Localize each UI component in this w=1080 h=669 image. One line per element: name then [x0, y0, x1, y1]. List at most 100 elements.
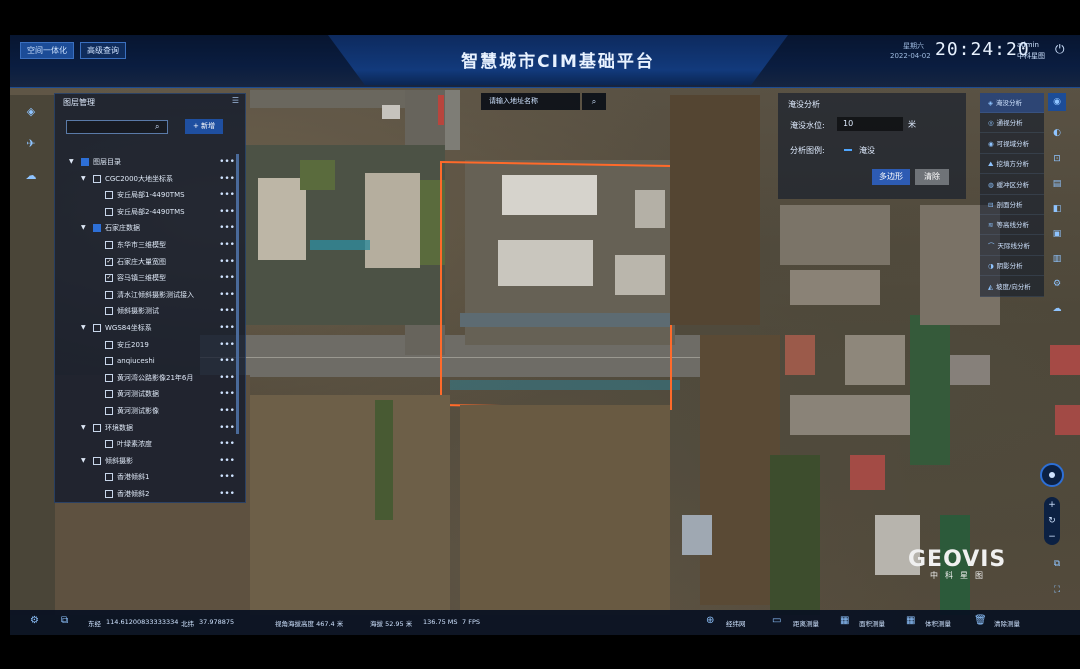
more-options-icon[interactable]: •••: [219, 486, 235, 502]
tree-scrollbar[interactable]: [236, 154, 239, 434]
area-icon[interactable]: ▦: [840, 615, 849, 626]
graticule-icon[interactable]: ⊕: [706, 615, 714, 626]
tree-row[interactable]: 叶绿素浓度 •••: [55, 436, 235, 452]
more-options-icon[interactable]: •••: [219, 386, 235, 402]
zoom-out-icon[interactable]: −: [1044, 529, 1060, 545]
layer-checkbox[interactable]: [105, 490, 113, 498]
panel-menu-icon[interactable]: ☰: [232, 96, 239, 105]
more-options-icon[interactable]: •••: [219, 204, 235, 220]
tree-row[interactable]: ✓ 石家庄大量宽图 •••: [55, 254, 235, 270]
analysis-item[interactable]: ◎ 通视分析: [980, 113, 1044, 134]
layer-checkbox[interactable]: [105, 357, 113, 366]
analysis-item[interactable]: ◉ 可视域分析: [980, 134, 1044, 154]
more-options-icon[interactable]: •••: [219, 403, 235, 419]
more-options-icon[interactable]: •••: [219, 469, 235, 485]
address-search-icon[interactable]: ⌕: [582, 93, 606, 110]
distance-measure-button[interactable]: 距离测量: [793, 618, 819, 628]
tree-row[interactable]: 香港倾斜2 •••: [55, 486, 235, 502]
more-options-icon[interactable]: •••: [219, 154, 235, 170]
power-icon[interactable]: ⏻: [1055, 42, 1065, 57]
graticule-button[interactable]: 经纬网: [726, 618, 746, 628]
clear-measure-button[interactable]: 清除测量: [994, 618, 1020, 628]
tree-row[interactable]: ▼ CGC2000大地坐标系 •••: [55, 171, 235, 187]
tree-row[interactable]: 东华市三维模型 •••: [55, 237, 235, 253]
more-options-icon[interactable]: •••: [219, 171, 235, 187]
layer-checkbox[interactable]: [105, 373, 113, 382]
tree-row[interactable]: ▼ 环境数据 •••: [55, 420, 235, 436]
copy-icon[interactable]: ⧉: [61, 615, 68, 626]
tag-tool-icon[interactable]: ▤: [1048, 175, 1066, 193]
more-options-icon[interactable]: •••: [219, 220, 235, 236]
more-options-icon[interactable]: •••: [219, 287, 235, 303]
layer-checkbox[interactable]: ✓: [105, 257, 113, 266]
layer-checkbox[interactable]: [105, 473, 113, 482]
measure-tool-icon[interactable]: ⊡: [1048, 150, 1066, 168]
more-options-icon[interactable]: •••: [219, 187, 235, 203]
more-options-icon[interactable]: •••: [219, 270, 235, 286]
compass-icon[interactable]: [1040, 463, 1064, 487]
more-options-icon[interactable]: •••: [219, 237, 235, 253]
tree-row[interactable]: ▼ 图层目录 •••: [55, 154, 235, 170]
tree-row[interactable]: ✓ 容马镇三维模型 •••: [55, 270, 235, 286]
volume-icon[interactable]: ▦: [906, 615, 915, 626]
mode-button[interactable]: 空间一体化: [20, 42, 74, 59]
water-level-input[interactable]: 10: [837, 117, 903, 131]
image-tool-icon[interactable]: ▣: [1048, 225, 1066, 243]
tree-row[interactable]: 安丘2019 •••: [55, 337, 235, 353]
polygon-button[interactable]: 多边形: [872, 169, 910, 185]
trash-icon[interactable]: 🗑: [974, 615, 987, 626]
settings-icon[interactable]: ⚙: [30, 615, 39, 626]
layer-checkbox[interactable]: [105, 307, 113, 316]
rotate-tool-icon[interactable]: ◐: [1048, 124, 1066, 142]
layer-checkbox[interactable]: [105, 390, 113, 399]
expand-arrow-icon[interactable]: ▼: [81, 420, 86, 436]
more-options-icon[interactable]: •••: [219, 254, 235, 270]
analysis-item[interactable]: ◈ 淹没分析: [980, 93, 1044, 113]
layer-checkbox[interactable]: ✓: [105, 274, 113, 283]
layers-tool-icon[interactable]: ◈: [20, 101, 42, 123]
tree-row[interactable]: 清水江倾斜摄影测试接入 •••: [55, 287, 235, 303]
layer-checkbox[interactable]: [81, 158, 89, 166]
cloud-tool-icon[interactable]: ☁: [20, 165, 42, 187]
analysis-item[interactable]: ◍ 缓冲区分析: [980, 175, 1044, 195]
more-options-icon[interactable]: •••: [219, 370, 235, 386]
clear-button[interactable]: 清除: [915, 169, 949, 185]
zoom-control[interactable]: + ↻ −: [1044, 497, 1060, 545]
zoom-in-icon[interactable]: +: [1044, 497, 1060, 513]
tree-row[interactable]: ▼ 石家庄数据 •••: [55, 220, 235, 236]
area-measure-button[interactable]: 面积测量: [859, 618, 885, 628]
more-options-icon[interactable]: •••: [219, 337, 235, 353]
tree-row[interactable]: anqiuceshi •••: [55, 353, 235, 369]
bookmark-tool-icon[interactable]: ◧: [1048, 200, 1066, 218]
analysis-item[interactable]: ≋ 等高线分析: [980, 215, 1044, 236]
layer-checkbox[interactable]: [93, 174, 101, 183]
user-info[interactable]: admin 中科星图: [1017, 40, 1045, 62]
more-options-icon[interactable]: •••: [219, 303, 235, 319]
layer-checkbox[interactable]: [105, 290, 113, 299]
tree-row[interactable]: 香港倾斜1 •••: [55, 469, 235, 485]
screenshot-tool-icon[interactable]: ⧉: [1048, 555, 1066, 573]
layer-checkbox[interactable]: [105, 340, 113, 349]
expand-arrow-icon[interactable]: ▼: [69, 154, 74, 170]
analysis-item[interactable]: ⌒ 天际线分析: [980, 236, 1044, 256]
cloud-icon[interactable]: ☁: [1048, 300, 1066, 318]
layer-checkbox[interactable]: [105, 207, 113, 216]
tree-row[interactable]: 安丘局部1-4490TMS •••: [55, 187, 235, 203]
settings-tool-icon[interactable]: ⚙: [1048, 275, 1066, 293]
tree-row[interactable]: 黄河湾公路影像21年6月 •••: [55, 370, 235, 386]
layer-checkbox[interactable]: [93, 324, 101, 332]
search-icon[interactable]: ⌕: [155, 121, 159, 133]
expand-arrow-icon[interactable]: ▼: [81, 320, 86, 336]
more-options-icon[interactable]: •••: [219, 453, 235, 469]
analysis-item[interactable]: ⊟ 剖面分析: [980, 195, 1044, 215]
tree-row[interactable]: 安丘局部2-4490TMS •••: [55, 204, 235, 220]
layer-search-input[interactable]: ⌕: [66, 120, 168, 134]
layer-checkbox[interactable]: [93, 423, 101, 432]
more-options-icon[interactable]: •••: [219, 320, 235, 336]
tree-row[interactable]: 倾斜摄影测试 •••: [55, 303, 235, 319]
plane-tool-icon[interactable]: ✈: [20, 133, 42, 155]
more-options-icon[interactable]: •••: [219, 436, 235, 452]
analysis-item[interactable]: ◑ 阴影分析: [980, 256, 1044, 277]
tree-row[interactable]: ▼ WGS84坐标系 •••: [55, 320, 235, 336]
analysis-item[interactable]: ◭ 坡度/向分析: [980, 277, 1044, 297]
